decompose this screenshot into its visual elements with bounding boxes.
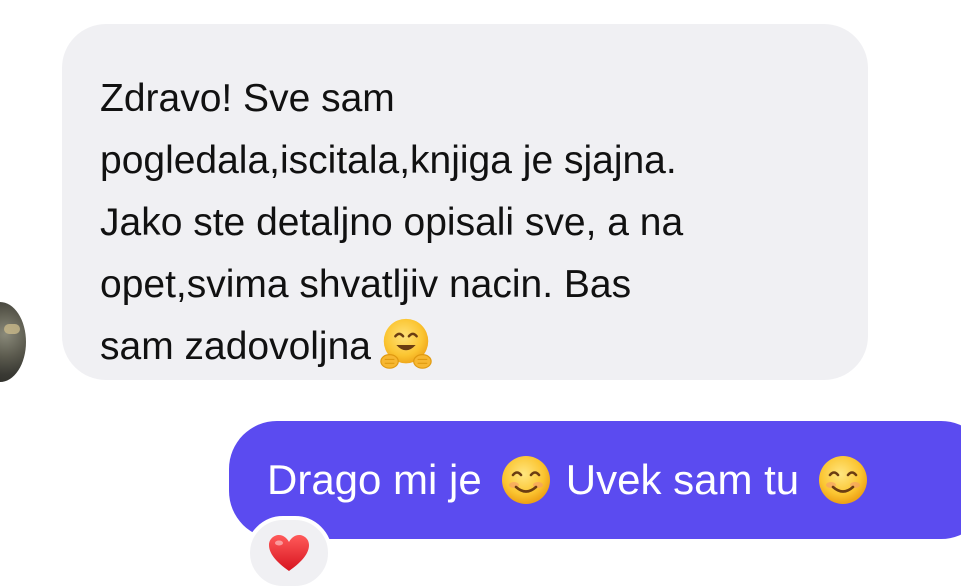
outgoing-message-part2: Uvek sam tu [565,456,800,503]
outgoing-message-bubble[interactable]: Drago mi je Uvek sam tu [229,421,961,539]
smiling-face-icon [501,456,550,504]
sender-avatar[interactable] [0,302,26,382]
message-reaction[interactable] [246,516,332,586]
chat-thread: Zdravo! Sve sam pogledala,iscitala,knjiga… [0,0,961,586]
hugging-face-icon [380,318,432,369]
incoming-line-1: Zdravo! Sve sam [100,77,395,120]
smiling-face-icon [819,456,868,504]
incoming-message-bubble[interactable]: Zdravo! Sve sam pogledala,iscitala,knjiga… [62,24,868,380]
outgoing-message-part1: Drago mi je [267,456,482,503]
red-heart-icon [269,535,309,571]
incoming-line-3: Jako ste detaljno opisali sve, a na [100,201,684,244]
incoming-line-4: opet,svima shvatljiv nacin. Bas [100,263,632,306]
incoming-line-2: pogledala,iscitala,knjiga je sjajna. [100,139,677,182]
incoming-message-text: Zdravo! Sve sam pogledala,iscitala,knjiga… [100,68,832,378]
incoming-line-5: sam zadovoljna [100,325,371,368]
